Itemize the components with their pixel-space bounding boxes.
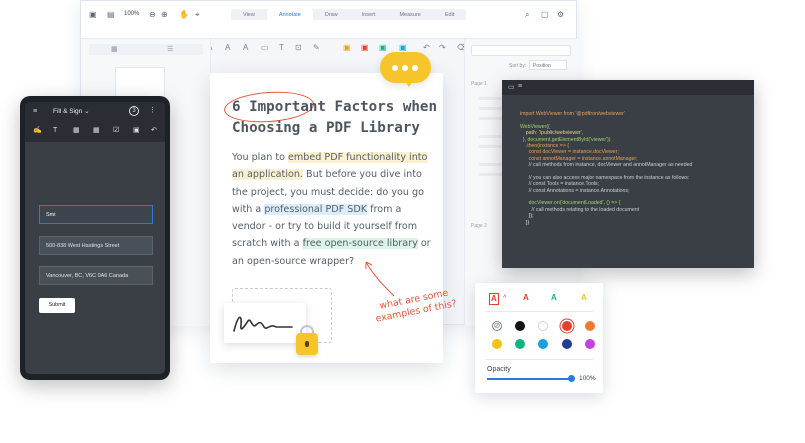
checkbox-icon[interactable]: ☑ [113, 126, 119, 135]
document-page[interactable]: 6 Important Factors when Choosing a PDF … [210, 73, 443, 363]
color-swatch[interactable] [515, 339, 525, 349]
more-icon[interactable]: ⋮ [149, 106, 156, 115]
mobile-device: ≡ Fill & Sign ⌄ 3 ⋮ ✍ T ▦ ▦ ☑ ▣ ↶ Smi 50… [20, 96, 170, 380]
highlight-blue[interactable]: professional PDF SDK [264, 203, 368, 215]
zoom-out-icon[interactable]: ⊖ [149, 10, 156, 20]
color-green-icon[interactable]: ▣ [379, 43, 387, 53]
bubble-dot [412, 65, 418, 71]
window-icon: ≡ [518, 83, 523, 90]
highlight-color-tool-icon[interactable]: A [581, 293, 587, 303]
color-swatch[interactable] [562, 321, 572, 331]
page-view-icon[interactable]: ▤ [107, 10, 115, 20]
outline-tab-icon[interactable]: ☰ [167, 45, 173, 53]
editor-titlebar: ▭ ≡ [502, 80, 754, 95]
signature-annotation[interactable] [224, 303, 306, 343]
no-color-swatch[interactable]: ⊘ [492, 321, 502, 331]
body-text: You plan to [232, 152, 289, 163]
left-panel-tabs: ▦ ☰ [89, 44, 203, 55]
opacity-label: Opacity [487, 366, 511, 373]
callout-tool-icon[interactable]: ⊡ [295, 43, 302, 53]
mobile-toolbar: ≡ Fill & Sign ⌄ 3 ⋮ ✍ T ▦ ▦ ☑ ▣ ↶ [25, 102, 165, 142]
code-line: }) [520, 219, 530, 226]
signature-icon [233, 316, 293, 332]
stamp-icon[interactable]: ▣ [133, 126, 140, 135]
text-field-icon[interactable]: T [53, 126, 57, 135]
undo-icon[interactable]: ↶ [151, 126, 157, 135]
lock-keyhole [305, 341, 309, 347]
opacity-slider-handle[interactable] [568, 375, 575, 382]
redo-icon[interactable]: ↷ [439, 43, 446, 53]
mobile-screen: ≡ Fill & Sign ⌄ 3 ⋮ ✍ T ▦ ▦ ☑ ▣ ↶ Smi 50… [25, 102, 165, 374]
notes-search-input[interactable] [471, 45, 571, 56]
color-swatch[interactable] [585, 321, 595, 331]
bubble-tail [403, 78, 415, 87]
code-block: import WebViewer from '@pdftron/webviewe… [520, 111, 750, 226]
canvas: ▣ ▤ 100% ⊖ ⊕ ✋ ⌖ View Annotate Draw Insert M… [0, 0, 805, 443]
panel-toggle-icon[interactable]: ▣ [89, 10, 97, 20]
submit-button[interactable]: Submit [39, 298, 75, 313]
note-tool-icon[interactable]: ▭ [261, 43, 269, 53]
count-badge[interactable]: 3 [129, 106, 139, 116]
settings-icon[interactable]: ⚙ [557, 10, 564, 20]
annotation-toolbar: ▕ A A A ▭ T ⊡ ✎ ▣ ▣ ▣ ▣ ↶ ↷ ⌫ [81, 20, 576, 52]
search-icon[interactable]: ⌕ [525, 10, 529, 20]
divider [485, 311, 593, 312]
city-field[interactable]: Vancouver, BC, V6C 0A6 Canada [39, 266, 153, 285]
pen-tool-icon[interactable]: ✎ [313, 43, 320, 53]
window-icon: ▭ [508, 84, 515, 91]
color-swatch[interactable] [515, 321, 525, 331]
color-yellow-icon[interactable]: ▣ [343, 43, 351, 53]
squiggly-tool-icon[interactable]: A [243, 43, 248, 53]
date-icon[interactable]: ▦ [93, 126, 100, 135]
border-tool-icon[interactable]: A [523, 293, 529, 303]
color-swatch[interactable] [538, 339, 548, 349]
divider [485, 359, 593, 360]
page-label: Page 2 [471, 223, 487, 229]
text-tool-icon[interactable]: T [279, 43, 284, 53]
sort-select[interactable]: Position [529, 60, 567, 70]
chevron-up-icon[interactable]: ^ [503, 293, 507, 303]
text-color-tool-icon[interactable]: A [551, 293, 557, 303]
opacity-slider-track[interactable] [487, 378, 571, 380]
color-red-icon[interactable]: ▣ [361, 43, 369, 53]
color-swatch[interactable] [585, 339, 595, 349]
opacity-value: 100% [579, 375, 596, 382]
mobile-title[interactable]: Fill & Sign ⌄ [53, 107, 90, 115]
bubble-dot [402, 65, 408, 71]
fill-tool-icon[interactable]: A [489, 293, 499, 305]
pan-icon[interactable]: ✋ [179, 10, 189, 20]
page-label: Page 1 [471, 81, 487, 87]
sort-label: Sort by: [509, 63, 527, 69]
color-swatch[interactable] [538, 321, 548, 331]
style-popup: A ^ A A A ⊘ Opacity 100% [475, 283, 603, 393]
name-field[interactable]: Smi [39, 205, 153, 224]
undo-icon[interactable]: ↶ [423, 43, 430, 53]
signature-tool-icon[interactable]: ✍ [33, 126, 42, 135]
zoom-level[interactable]: 100% [124, 11, 139, 17]
menu-icon[interactable]: ≡ [33, 107, 37, 116]
initials-icon[interactable]: ▦ [73, 126, 80, 135]
strikeout-tool-icon[interactable]: A [225, 43, 230, 53]
thumbnails-tab-icon[interactable]: ▦ [111, 45, 118, 53]
article-body: You plan to embed PDF functionality into… [232, 149, 432, 270]
address-field[interactable]: 500-838 West Hastings Street [39, 236, 153, 255]
color-swatch[interactable] [562, 339, 572, 349]
arrow-annotation-icon[interactable] [360, 256, 400, 300]
highlight-green[interactable]: free open-source library [302, 238, 418, 250]
zoom-in-icon[interactable]: ⊕ [161, 10, 168, 20]
code-editor: ▭ ≡ import WebViewer from '@pdftron/webv… [502, 80, 754, 268]
color-swatch[interactable] [492, 339, 502, 349]
comments-icon[interactable]: ▢ [541, 10, 549, 20]
bubble-dot [392, 65, 398, 71]
select-icon[interactable]: ⌖ [195, 10, 200, 20]
article-title: 6 Important Factors when Choosing a PDF … [232, 99, 437, 136]
